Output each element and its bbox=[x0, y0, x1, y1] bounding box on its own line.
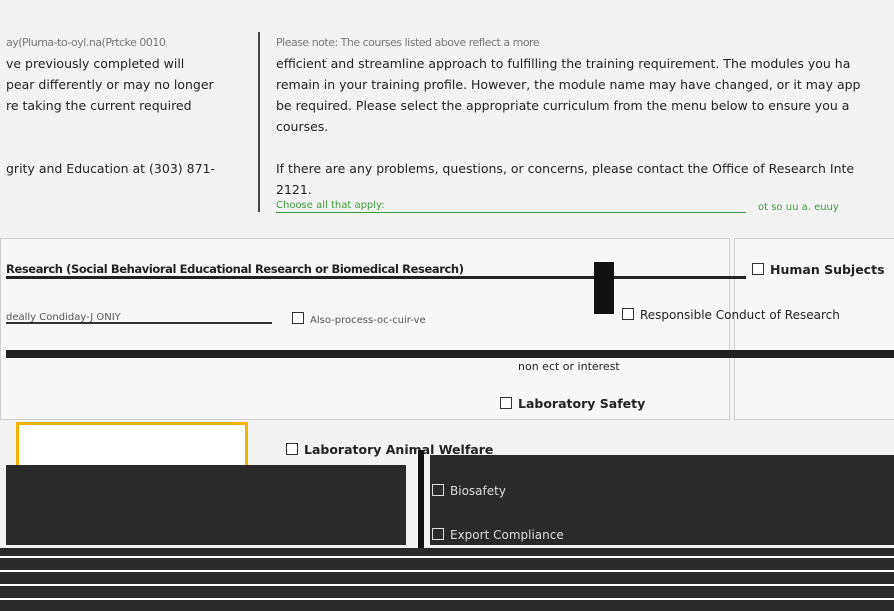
green-underline bbox=[276, 212, 746, 213]
coi-partial-text: non ect or interest bbox=[518, 360, 620, 373]
notice-line-6: 2121. bbox=[276, 182, 312, 197]
thin-line-1 bbox=[6, 322, 272, 324]
laboratory-animal-checkbox[interactable] bbox=[286, 443, 298, 455]
bottom-stripe-3 bbox=[0, 584, 894, 586]
laboratory-safety-label: Laboratory Safety bbox=[518, 396, 646, 411]
notice-panel: Please note: The courses listed above re… bbox=[268, 28, 894, 218]
heading-underline bbox=[6, 276, 746, 279]
export-compliance-option[interactable]: Export Compliance bbox=[432, 528, 564, 542]
responsible-conduct-checkbox[interactable] bbox=[622, 308, 634, 320]
notice-header-text: Please note: The courses listed above re… bbox=[276, 36, 540, 49]
left-line-1: ve previously completed will bbox=[6, 56, 185, 71]
biosafety-option[interactable]: Biosafety bbox=[432, 484, 506, 498]
left-header-text: ay(Pluma-to-oyl.na(Prtcke 0010 bbox=[6, 36, 166, 49]
bottom-stripe-4 bbox=[0, 598, 894, 600]
notice-line-5: If there are any problems, questions, or… bbox=[276, 161, 855, 176]
export-compliance-checkbox[interactable] bbox=[432, 528, 444, 540]
dark-band-left bbox=[6, 465, 406, 545]
highlighted-input-box[interactable] bbox=[16, 422, 248, 470]
notice-line-2: remain in your training profile. However… bbox=[276, 77, 861, 92]
biosafety-checkbox[interactable] bbox=[432, 484, 444, 496]
human-subjects-option[interactable]: Human Subjects bbox=[752, 262, 885, 277]
mid-checkbox[interactable] bbox=[292, 312, 304, 324]
small-text-mid: Also-process-oc-cuir-ve bbox=[292, 312, 426, 326]
bottom-stripe-2 bbox=[0, 570, 894, 572]
human-subjects-label: Human Subjects bbox=[770, 262, 885, 277]
human-subjects-checkbox[interactable] bbox=[752, 263, 764, 275]
left-line-3: re taking the current required bbox=[6, 98, 192, 113]
panel-divider bbox=[258, 32, 260, 212]
vertical-bars bbox=[594, 262, 614, 314]
notice-line-3: be required. Please select the appropria… bbox=[276, 98, 850, 113]
left-info-panel: ay(Pluma-to-oyl.na(Prtcke 0010 ve previo… bbox=[0, 28, 256, 218]
laboratory-safety-checkbox[interactable] bbox=[500, 397, 512, 409]
left-line-2: pear differently or may no longer bbox=[6, 77, 214, 92]
left-line-4: grity and Education at (303) 871- bbox=[6, 161, 216, 176]
mid-checkbox-label: Also-process-oc-cuir-ve bbox=[310, 315, 426, 326]
notice-line-4: courses. bbox=[276, 119, 329, 134]
bottom-stripe-1 bbox=[0, 556, 894, 558]
responsible-conduct-option[interactable]: Responsible Conduct of Research bbox=[622, 308, 840, 322]
dark-strip bbox=[6, 350, 894, 358]
choose-all-link[interactable]: Choose all that apply: bbox=[276, 200, 385, 211]
notice-line-1: efficient and streamline approach to ful… bbox=[276, 56, 851, 71]
laboratory-safety-option[interactable]: Laboratory Safety bbox=[500, 396, 645, 411]
responsible-conduct-label: Responsible Conduct of Research bbox=[640, 308, 840, 322]
biosafety-label: Biosafety bbox=[450, 484, 506, 498]
right-small-text: ot so uu a. euuy bbox=[758, 202, 839, 213]
band-separator bbox=[418, 450, 424, 550]
research-heading: Research (Social Behavioral Educational … bbox=[6, 262, 464, 276]
export-compliance-label: Export Compliance bbox=[450, 528, 564, 542]
